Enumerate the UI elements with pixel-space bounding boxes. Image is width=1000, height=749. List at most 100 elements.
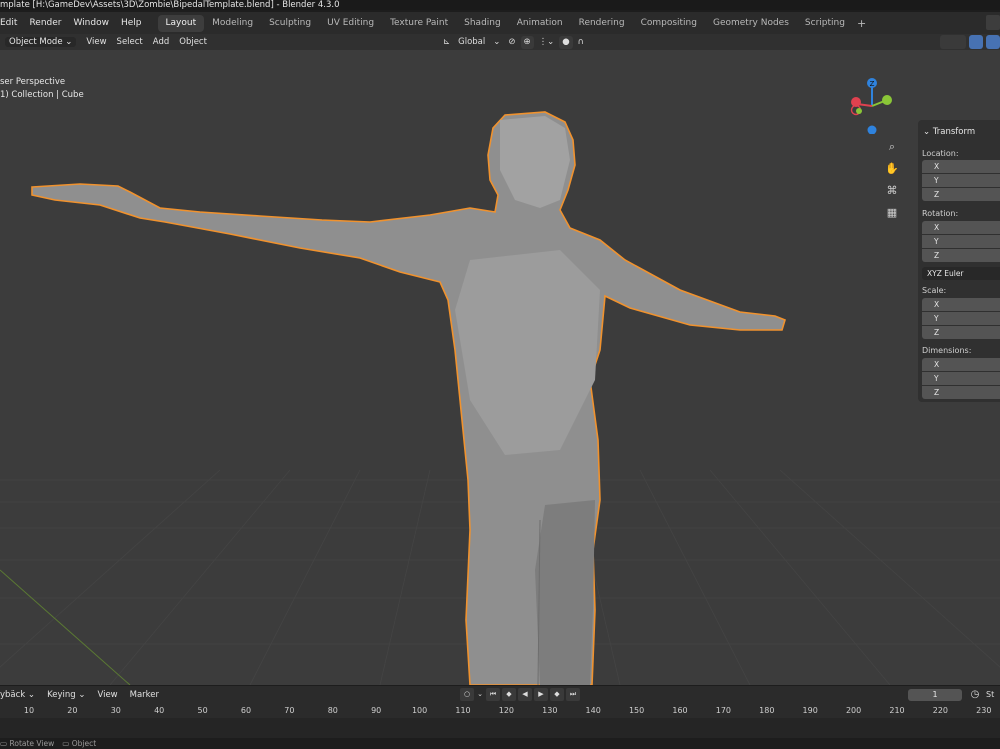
status-object-label: Object [71, 739, 97, 748]
frame-tick-label: 220 [932, 706, 949, 715]
character-mesh[interactable] [31, 111, 786, 685]
scale-z-field[interactable]: Z [922, 326, 1000, 339]
overlay-toggle-icon[interactable] [986, 35, 1000, 49]
tab-compositing[interactable]: Compositing [633, 15, 705, 32]
tab-animation[interactable]: Animation [509, 15, 571, 32]
frame-tick-label: 190 [802, 706, 818, 715]
visibility-icon[interactable] [940, 35, 966, 49]
scale-label: Scale: [922, 286, 947, 295]
menu-render[interactable]: Render [23, 12, 67, 34]
scale-y-field[interactable]: Y [922, 312, 1000, 325]
menu-window[interactable]: Window [67, 12, 115, 34]
menu-add[interactable]: Add [148, 34, 174, 50]
proportional-edit-icon[interactable]: ● [559, 35, 573, 49]
camera-icon[interactable]: ⌘ [883, 182, 901, 200]
play-reverse-icon[interactable]: ◀ [518, 688, 532, 701]
location-z-field[interactable]: Z [922, 188, 1000, 201]
location-label: Location: [922, 149, 959, 158]
rotation-x-field[interactable]: X [922, 221, 1000, 234]
keying-label: Keying [47, 690, 76, 700]
pan-hand-icon[interactable]: ✋ [883, 160, 901, 178]
grid-view-icon[interactable]: ▦ [883, 204, 901, 222]
tab-shading[interactable]: Shading [456, 15, 509, 32]
frame-tick-label: 100 [411, 706, 428, 715]
collection-label: 1) Collection | Cube [0, 90, 84, 100]
frame-tick-label: 120 [498, 706, 515, 715]
tab-layout[interactable]: Layout [157, 14, 205, 32]
mode-label: Object Mode [9, 37, 63, 47]
tab-sculpting[interactable]: Sculpting [261, 15, 319, 32]
chevron-down-icon: ⌄ [493, 36, 501, 47]
current-frame-field[interactable]: 1 [908, 689, 962, 701]
tab-uv-editing[interactable]: UV Editing [319, 15, 382, 32]
menu-object[interactable]: Object [174, 34, 212, 50]
menu-keying[interactable]: Keying ⌄ [41, 690, 91, 700]
frame-tick-label: 230 [976, 706, 992, 715]
frame-tick-label: 200 [845, 706, 862, 715]
viewport-overlay-tools [940, 35, 1000, 49]
timeline-ruler[interactable]: 10 20 30 40 50 60 70 80 90 100 110 120 130 140 150 160 1… [0, 704, 1000, 718]
mode-selector[interactable]: Object Mode ⌄ [0, 34, 81, 50]
timeline-body[interactable] [0, 718, 1000, 738]
jump-start-icon[interactable]: ⏮ [486, 688, 500, 701]
frame-tick-label: 130 [542, 706, 558, 715]
add-workspace-button[interactable]: + [853, 17, 870, 30]
scene-icon[interactable] [986, 15, 1000, 30]
tab-rendering[interactable]: Rendering [571, 15, 633, 32]
playback-label: ybäck [0, 690, 26, 700]
menu-help[interactable]: Help [115, 12, 148, 34]
dimensions-x-field[interactable]: X [922, 358, 1000, 371]
menu-select[interactable]: Select [112, 34, 148, 50]
tab-geometry-nodes[interactable]: Geometry Nodes [705, 15, 797, 32]
start-frame-label[interactable]: St [986, 689, 994, 701]
location-y-field[interactable]: Y [922, 174, 1000, 187]
frame-tick-label: 20 [67, 706, 78, 715]
next-keyframe-icon[interactable]: ◆ [550, 688, 564, 701]
jump-end-icon[interactable]: ⏭ [566, 688, 580, 701]
rotation-z-field[interactable]: Z [922, 249, 1000, 262]
top-bar: Edit Render Window Help Layout Modeling … [0, 12, 1000, 34]
zoom-icon[interactable]: ⌕ [883, 138, 901, 156]
chevron-down-icon: ⌄ [65, 37, 73, 47]
viewport-grid [0, 111, 1000, 685]
menu-timeline-view[interactable]: View [91, 690, 123, 700]
frame-tick-label: 40 [154, 706, 165, 715]
dimensions-y-field[interactable]: Y [922, 372, 1000, 385]
tab-modeling[interactable]: Modeling [204, 15, 261, 32]
3d-viewport[interactable]: ser Perspective 1) Collection | Cube Z ⌕… [0, 50, 1000, 685]
frame-tick-label: 180 [759, 706, 775, 715]
snap-target-icon[interactable]: ⋮⌄ [536, 36, 558, 49]
transform-orientation-dropdown[interactable]: Global [455, 36, 488, 49]
frame-tick-label: 210 [889, 706, 905, 715]
status-rotate: ▭ Rotate View [0, 739, 55, 748]
auto-key-icon[interactable]: ○ [460, 688, 474, 701]
gizmo-toggle-icon[interactable] [969, 35, 983, 49]
location-x-field[interactable]: X [922, 160, 1000, 173]
playback-controls: ○ ⌄ ⏮ ◆ ◀ ▶ ◆ ⏭ [460, 688, 580, 701]
snap-icon[interactable]: ⊕ [520, 35, 534, 49]
menu-marker[interactable]: Marker [124, 690, 165, 700]
tab-texture-paint[interactable]: Texture Paint [382, 15, 456, 32]
workspace-tabs: Layout Modeling Sculpting UV Editing Tex… [157, 12, 871, 34]
prev-keyframe-icon[interactable]: ◆ [502, 688, 516, 701]
play-icon[interactable]: ▶ [534, 688, 548, 701]
transform-title-label: Transform [932, 127, 976, 137]
frame-tick-label: 70 [284, 706, 295, 715]
scale-x-field[interactable]: X [922, 298, 1000, 311]
view-perspective-label: ser Perspective [0, 77, 66, 87]
rotation-mode-select[interactable]: XYZ Euler [922, 267, 1000, 280]
clock-icon[interactable]: ◷ [968, 688, 982, 702]
rotation-y-field[interactable]: Y [922, 235, 1000, 248]
menu-edit[interactable]: Edit [0, 12, 23, 34]
menu-playback[interactable]: ybäck ⌄ [0, 690, 41, 700]
menu-view[interactable]: View [81, 34, 111, 50]
window-title: mplate [H:\GameDev\Assets\3D\Zombie\Bipe… [0, 0, 1000, 10]
falloff-icon[interactable]: ∩ [575, 36, 587, 49]
tab-scripting[interactable]: Scripting [797, 15, 853, 32]
frame-tick-label: 90 [371, 706, 382, 715]
transform-title[interactable]: ⌄ Transform [923, 127, 975, 137]
pivot-icon[interactable]: ⊘ [505, 36, 518, 49]
navigation-gizmo[interactable]: Z [842, 74, 902, 134]
timeline-header: ybäck ⌄ Keying ⌄ View Marker ○ ⌄ ⏮ ◆ ◀ ▶… [0, 686, 1000, 704]
dimensions-z-field[interactable]: Z [922, 386, 1000, 399]
